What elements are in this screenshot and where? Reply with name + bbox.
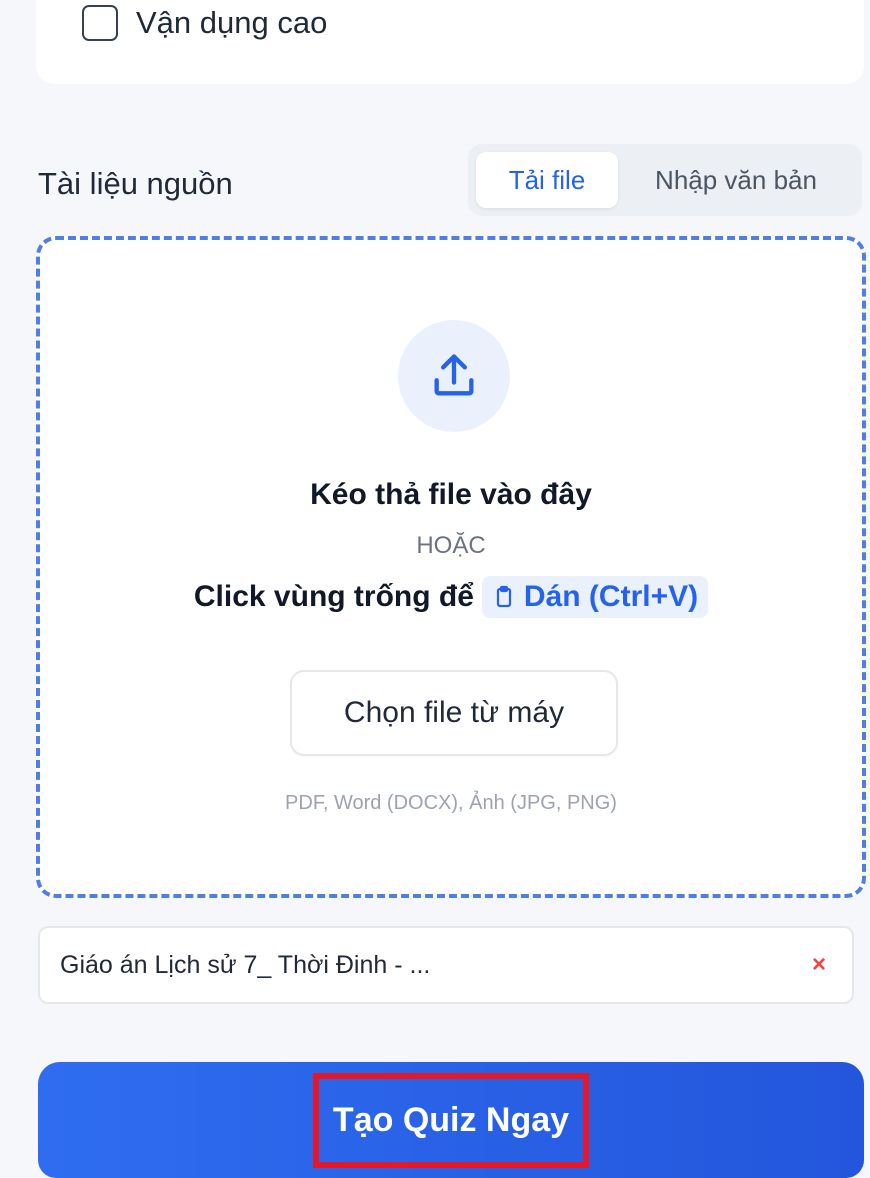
- paste-instruction: Click vùng trống để: [193, 580, 474, 613]
- clipboard-icon: [496, 585, 512, 608]
- choose-file-button[interactable]: Chọn file từ máy: [290, 670, 618, 756]
- tab-enter-text[interactable]: Nhập văn bản: [618, 152, 854, 208]
- paste-row: Click vùng trống để Dán (Ctrl+V): [40, 576, 862, 618]
- create-quiz-button[interactable]: Tạo Quiz Ngay: [38, 1062, 864, 1178]
- or-separator: HOẶC: [416, 532, 486, 559]
- file-dropzone[interactable]: Kéo thả file vào đây HOẶC Click vùng trố…: [36, 236, 866, 898]
- section-title: Tài liệu nguồn: [38, 166, 233, 201]
- checkbox-label: Vận dụng cao: [136, 5, 328, 40]
- attached-file-item: Giáo án Lịch sử 7_ Thời Đinh - ... ×: [38, 926, 854, 1004]
- tab-upload-file[interactable]: Tải file: [476, 152, 618, 208]
- quiz-creator-panel: Vận dụng cao Tài liệu nguồn Tải file Nhậ…: [0, 0, 870, 1178]
- supported-formats: PDF, Word (DOCX), Ảnh (JPG, PNG): [285, 792, 617, 814]
- difficulty-option-row[interactable]: Vận dụng cao: [82, 4, 327, 42]
- create-quiz-label: Tạo Quiz Ngay: [312, 1072, 590, 1168]
- paste-button-label: Dán (Ctrl+V): [523, 580, 699, 613]
- source-tabs: Tải file Nhập văn bản: [468, 144, 862, 216]
- paste-button[interactable]: Dán (Ctrl+V): [481, 576, 709, 618]
- attached-file-name: Giáo án Lịch sử 7_ Thời Đinh - ...: [60, 950, 431, 979]
- dropzone-title: Kéo thả file vào đây: [310, 478, 592, 511]
- remove-file-icon[interactable]: ×: [812, 951, 826, 979]
- upload-icon: [398, 320, 510, 432]
- checkbox[interactable]: [82, 5, 118, 41]
